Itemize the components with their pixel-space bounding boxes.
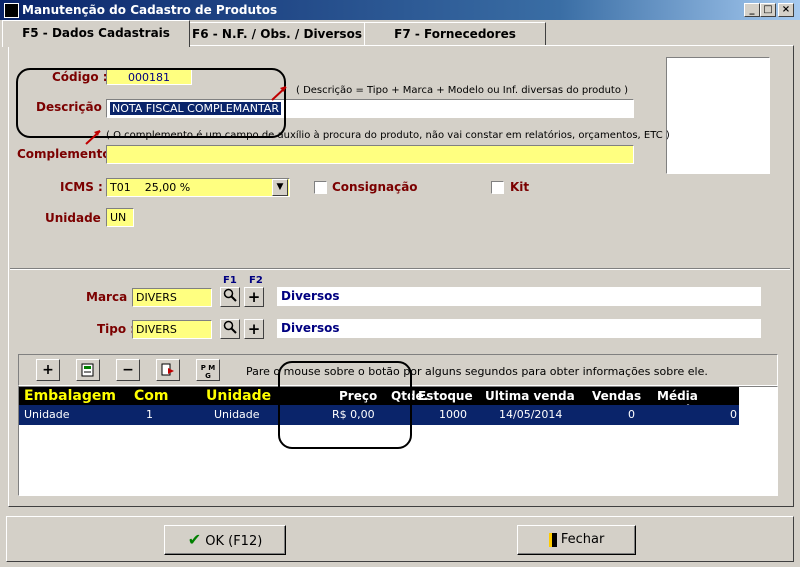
- complemento-field[interactable]: [106, 145, 634, 164]
- product-image-box[interactable]: [666, 57, 770, 174]
- cell-vendas: 0: [628, 408, 635, 421]
- col-embalagem[interactable]: Embalagem: [24, 388, 116, 404]
- add-icon[interactable]: +: [36, 359, 60, 381]
- kit-checkbox[interactable]: [491, 181, 504, 194]
- close-button[interactable]: ×: [778, 3, 794, 17]
- cell-embalagem: Unidade: [24, 408, 70, 421]
- annotation-circle-price: [278, 361, 412, 449]
- col-unidade[interactable]: Unidade: [206, 388, 271, 404]
- door-icon: [548, 532, 557, 547]
- consignacao-label: Consignação: [332, 180, 418, 194]
- annotation-arrow-icon: [271, 86, 287, 101]
- tipo-search-icon[interactable]: [220, 319, 240, 339]
- edit-icon[interactable]: [76, 359, 100, 381]
- icms-value: T01 25,00 %: [110, 181, 191, 194]
- cell-ultima-venda: 14/05/2014: [499, 408, 563, 421]
- marca-add-icon[interactable]: +: [244, 287, 264, 307]
- close-form-button[interactable]: Fechar: [517, 525, 636, 555]
- app-icon: [4, 3, 19, 18]
- cell-com: 1: [146, 408, 153, 421]
- ok-button[interactable]: ✔ OK (F12): [164, 525, 286, 555]
- title-bar[interactable]: Manutenção do Cadastro de Produtos _ □ ×: [0, 0, 800, 20]
- tipo-add-icon[interactable]: +: [244, 319, 264, 339]
- col-com[interactable]: Com: [134, 388, 168, 404]
- cell-estoque: 1000: [439, 408, 467, 421]
- unidade-field[interactable]: UN: [106, 208, 134, 227]
- consignacao-checkbox[interactable]: [314, 181, 327, 194]
- divider: [10, 268, 790, 270]
- footer-panel: [6, 516, 794, 562]
- col-ultima-venda[interactable]: Ultima venda: [485, 389, 575, 403]
- complemento-label: Complemento :: [17, 147, 120, 161]
- annotation-arrow-icon: [85, 130, 101, 145]
- chevron-down-icon[interactable]: ▼: [272, 179, 288, 196]
- marca-description: Diversos: [277, 287, 761, 306]
- marca-search-icon[interactable]: [220, 287, 240, 307]
- minimize-button[interactable]: _: [744, 3, 760, 17]
- export-icon[interactable]: [156, 359, 180, 381]
- tab-fornecedores[interactable]: F7 - Fornecedores: [364, 22, 546, 45]
- f1-hint: F1: [223, 275, 237, 286]
- maximize-button[interactable]: □: [760, 3, 776, 17]
- col-estoque[interactable]: Estoque: [418, 389, 473, 403]
- pmg-icon[interactable]: P M G: [196, 359, 220, 381]
- col-vendas[interactable]: Vendas: [592, 389, 641, 403]
- f2-hint: F2: [249, 275, 263, 286]
- icms-select[interactable]: T01 25,00 %: [106, 178, 290, 197]
- checkmark-icon: ✔: [187, 530, 202, 549]
- cell-unidade: Unidade: [214, 408, 260, 421]
- tipo-description: Diversos: [277, 319, 761, 338]
- close-label: Fechar: [560, 532, 605, 547]
- kit-label: Kit: [510, 180, 530, 194]
- tab-dados-cadastrais[interactable]: F5 - Dados Cadastrais: [2, 20, 190, 47]
- tab-nf-obs-diversos[interactable]: F6 - N.F. / Obs. / Diversos: [188, 22, 366, 45]
- marca-field[interactable]: DIVERS: [132, 288, 212, 307]
- remove-icon[interactable]: −: [116, 359, 140, 381]
- tipo-field[interactable]: DIVERS: [132, 320, 212, 339]
- ok-label: OK (F12): [205, 534, 263, 549]
- annotation-circle-code: [16, 68, 286, 138]
- icms-label: ICMS :: [60, 180, 103, 194]
- pmg-icon-text: P M G: [200, 364, 216, 380]
- window-title: Manutenção do Cadastro de Produtos: [22, 3, 278, 17]
- tipo-label: Tipo :: [97, 322, 136, 336]
- marca-label: Marca :: [86, 290, 137, 304]
- cell-media-vendas: 0: [730, 408, 737, 421]
- unidade-label: Unidade :: [45, 211, 110, 225]
- descricao-hint: ( Descrição = Tipo + Marca + Modelo ou I…: [296, 85, 629, 96]
